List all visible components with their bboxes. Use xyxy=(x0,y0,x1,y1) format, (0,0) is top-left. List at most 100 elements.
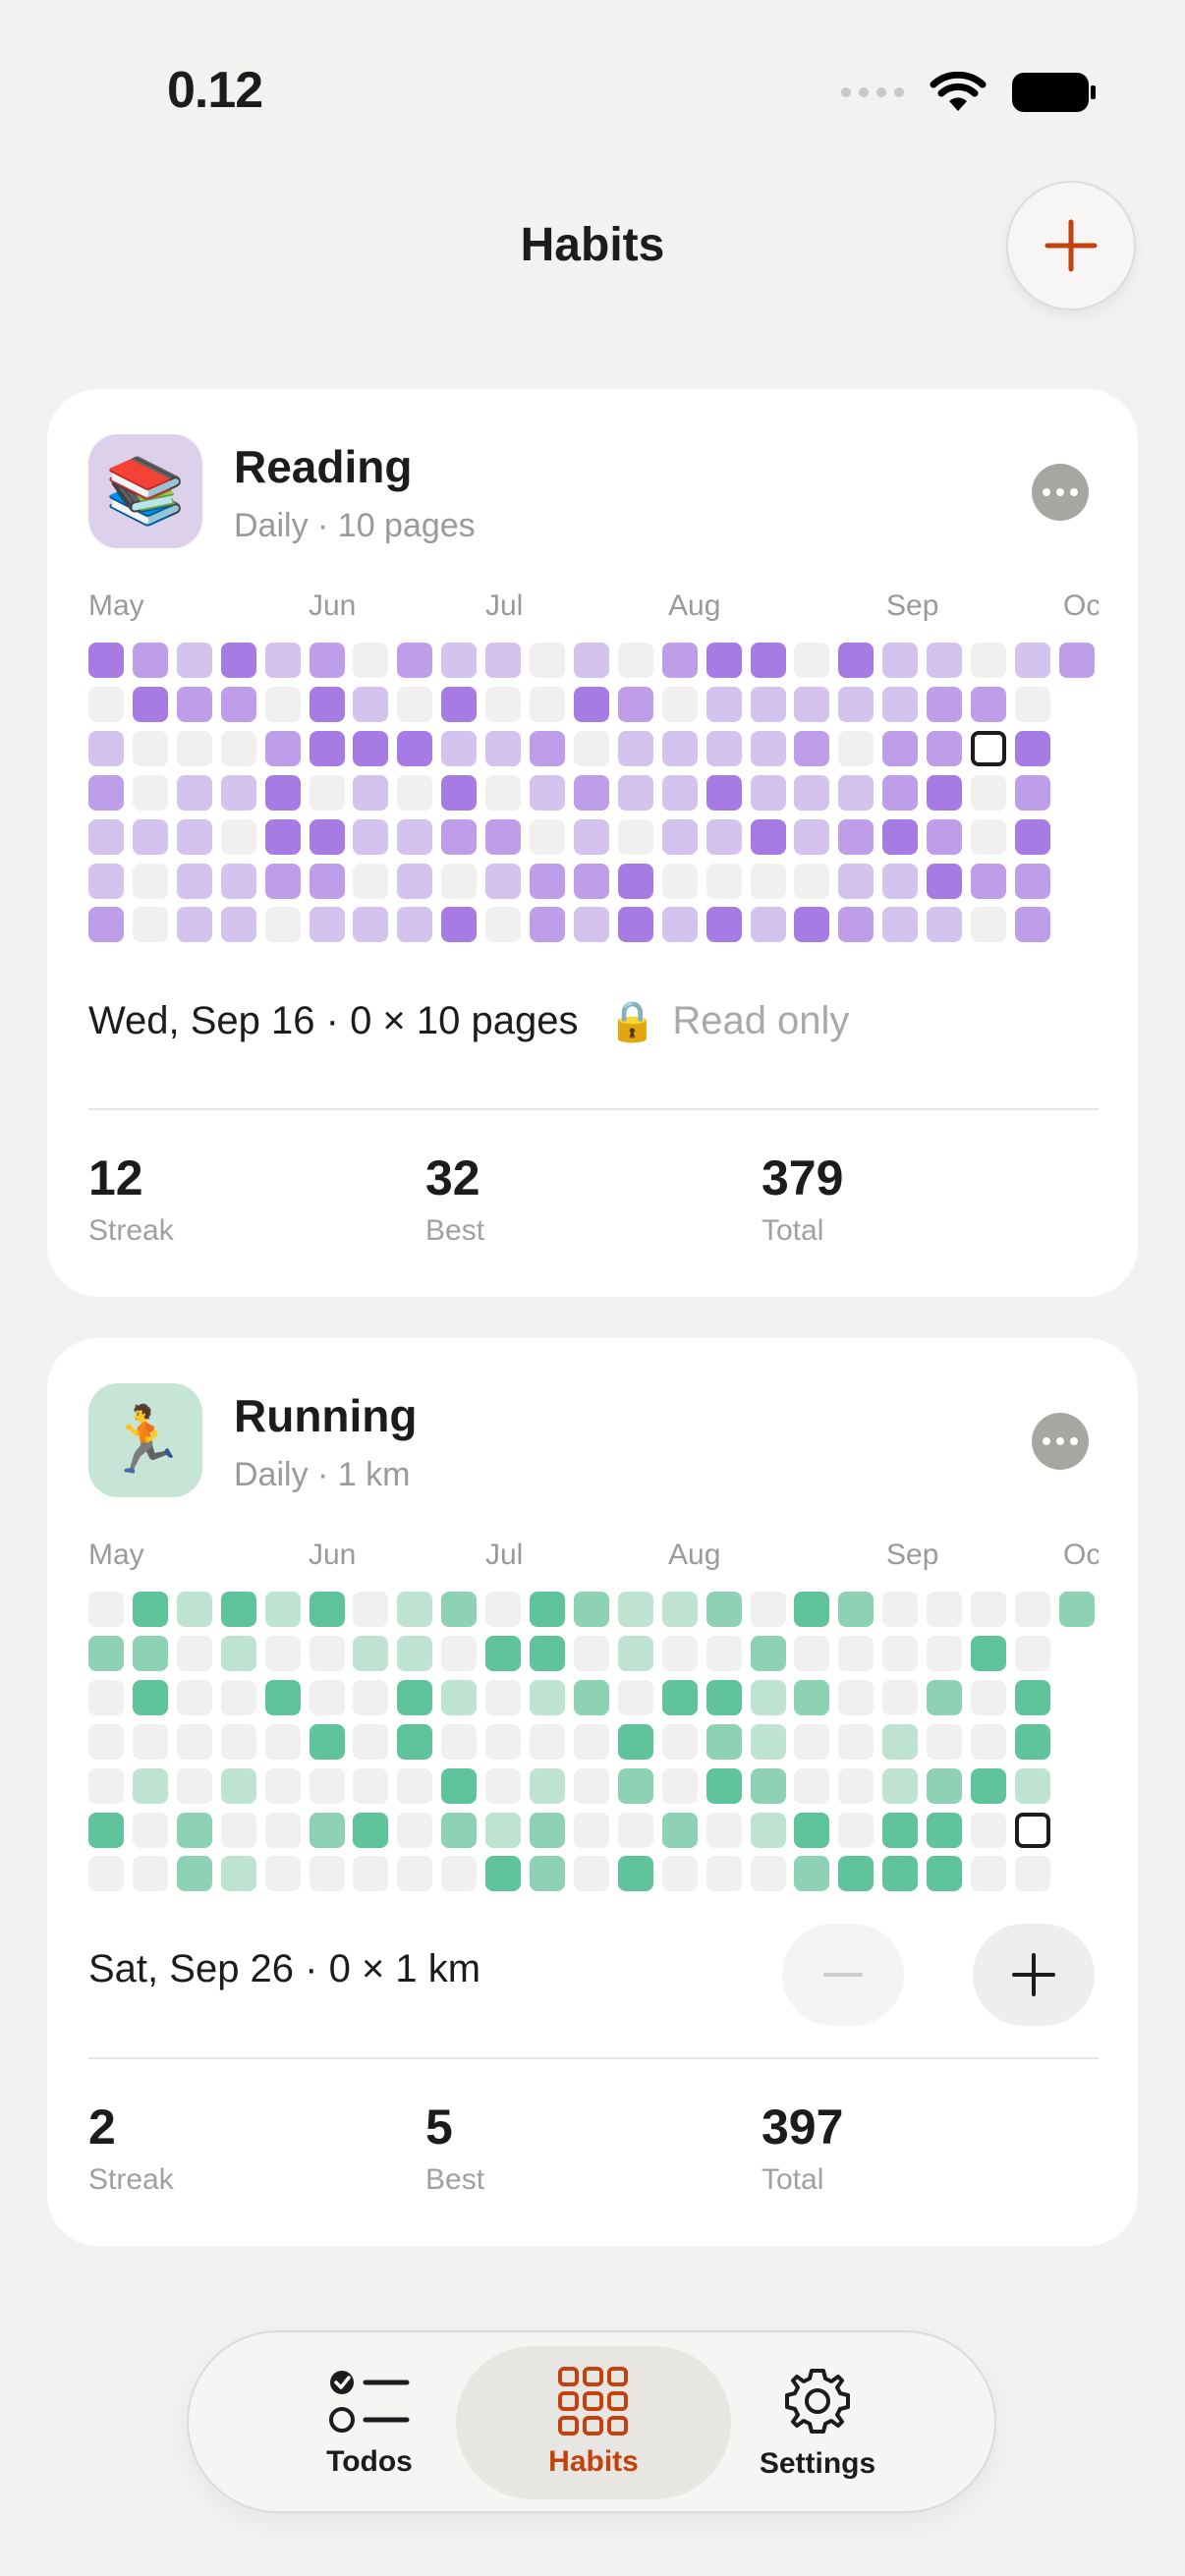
heatmap-cell[interactable] xyxy=(177,1856,212,1891)
heatmap-cell[interactable] xyxy=(265,731,301,766)
heatmap-cell[interactable] xyxy=(485,864,521,899)
heatmap-cell[interactable] xyxy=(397,1856,432,1891)
heatmap-cell[interactable] xyxy=(353,1813,388,1848)
heatmap-cell[interactable] xyxy=(310,907,345,942)
heatmap-cell[interactable] xyxy=(838,1856,874,1891)
heatmap-cell[interactable] xyxy=(618,1592,653,1627)
heatmap-cell[interactable] xyxy=(88,1813,124,1848)
heatmap-cell[interactable] xyxy=(751,643,786,678)
heatmap-cell[interactable] xyxy=(794,731,829,766)
heatmap-cell[interactable] xyxy=(574,1724,609,1760)
heatmap-cell[interactable] xyxy=(88,819,124,855)
heatmap-cell[interactable] xyxy=(485,687,521,722)
heatmap-cell[interactable] xyxy=(397,819,432,855)
heatmap-cell[interactable] xyxy=(662,1724,698,1760)
heatmap-cell[interactable] xyxy=(1015,1856,1050,1891)
heatmap-cell[interactable] xyxy=(927,1724,962,1760)
heatmap-cell[interactable] xyxy=(838,1592,874,1627)
heatmap-cell[interactable] xyxy=(177,1592,212,1627)
heatmap-cell[interactable] xyxy=(574,687,609,722)
heatmap-cell[interactable] xyxy=(221,1592,256,1627)
heatmap-cell[interactable] xyxy=(662,731,698,766)
heatmap-cell[interactable] xyxy=(574,1592,609,1627)
heatmap-cell[interactable] xyxy=(971,819,1006,855)
heatmap-cell[interactable] xyxy=(88,687,124,722)
heatmap-cell[interactable] xyxy=(618,819,653,855)
heatmap-cell[interactable] xyxy=(530,1724,565,1760)
heatmap-cell[interactable] xyxy=(574,864,609,899)
heatmap-grid[interactable] xyxy=(88,1592,1099,1906)
heatmap-cell[interactable] xyxy=(265,687,301,722)
heatmap-cell[interactable] xyxy=(706,1724,742,1760)
more-options-button[interactable] xyxy=(1032,464,1089,521)
heatmap-cell[interactable] xyxy=(971,1813,1006,1848)
heatmap-cell[interactable] xyxy=(530,864,565,899)
heatmap-cell[interactable] xyxy=(927,687,962,722)
heatmap-cell[interactable] xyxy=(530,687,565,722)
heatmap-cell[interactable] xyxy=(133,1680,168,1715)
heatmap-cell[interactable] xyxy=(927,1592,962,1627)
heatmap-cell[interactable] xyxy=(574,819,609,855)
heatmap-cell[interactable] xyxy=(971,907,1006,942)
heatmap-cell[interactable] xyxy=(530,1768,565,1804)
heatmap-cell[interactable] xyxy=(706,1813,742,1848)
heatmap-cell[interactable] xyxy=(1015,775,1050,811)
heatmap-cell[interactable] xyxy=(1059,1592,1095,1627)
heatmap-cell[interactable] xyxy=(485,819,521,855)
heatmap-cell[interactable] xyxy=(751,1592,786,1627)
heatmap-cell[interactable] xyxy=(618,1813,653,1848)
heatmap-cell[interactable] xyxy=(618,1768,653,1804)
decrement-button[interactable] xyxy=(782,1924,904,2026)
heatmap-cell[interactable] xyxy=(221,643,256,678)
heatmap-cell[interactable] xyxy=(794,775,829,811)
heatmap-cell[interactable] xyxy=(706,907,742,942)
heatmap-cell[interactable] xyxy=(574,1813,609,1848)
heatmap-cell[interactable] xyxy=(221,775,256,811)
heatmap-cell[interactable] xyxy=(794,1813,829,1848)
heatmap-cell[interactable] xyxy=(310,731,345,766)
heatmap-cell[interactable] xyxy=(441,1856,477,1891)
heatmap-cell[interactable] xyxy=(662,1856,698,1891)
heatmap-cell[interactable] xyxy=(221,819,256,855)
heatmap-cell[interactable] xyxy=(751,819,786,855)
heatmap-cell[interactable] xyxy=(927,775,962,811)
heatmap-cell[interactable] xyxy=(794,1768,829,1804)
heatmap-cell[interactable] xyxy=(662,907,698,942)
heatmap-cell[interactable] xyxy=(927,1680,962,1715)
heatmap-cell[interactable] xyxy=(353,1636,388,1671)
heatmap-cell[interactable] xyxy=(838,643,874,678)
heatmap-cell[interactable] xyxy=(794,643,829,678)
heatmap-cell[interactable] xyxy=(794,687,829,722)
heatmap-cell[interactable] xyxy=(882,1768,918,1804)
heatmap-cell[interactable] xyxy=(706,819,742,855)
heatmap-cell[interactable] xyxy=(485,1592,521,1627)
heatmap-cell[interactable] xyxy=(133,907,168,942)
add-habit-button[interactable] xyxy=(1006,181,1136,310)
heatmap-cell[interactable] xyxy=(353,731,388,766)
heatmap-cell[interactable] xyxy=(88,775,124,811)
heatmap-cell[interactable] xyxy=(838,687,874,722)
heatmap-cell[interactable] xyxy=(441,687,477,722)
heatmap-cell[interactable] xyxy=(265,775,301,811)
heatmap-cell[interactable] xyxy=(971,1768,1006,1804)
heatmap-cell[interactable] xyxy=(574,1636,609,1671)
heatmap-cell[interactable] xyxy=(88,864,124,899)
heatmap-cell[interactable] xyxy=(706,864,742,899)
heatmap-cell[interactable] xyxy=(310,1813,345,1848)
heatmap-cell[interactable] xyxy=(706,1768,742,1804)
heatmap-cell[interactable] xyxy=(265,1813,301,1848)
heatmap-cell[interactable] xyxy=(310,819,345,855)
heatmap-cell[interactable] xyxy=(397,907,432,942)
heatmap-cell[interactable] xyxy=(530,775,565,811)
heatmap-cell[interactable] xyxy=(88,907,124,942)
heatmap-cell[interactable] xyxy=(397,643,432,678)
heatmap-cell[interactable] xyxy=(1015,907,1050,942)
heatmap-cell[interactable] xyxy=(882,1856,918,1891)
heatmap-cell[interactable] xyxy=(485,1680,521,1715)
tab-settings[interactable]: Settings xyxy=(680,2346,955,2499)
heatmap-cell[interactable] xyxy=(838,1680,874,1715)
heatmap-cell[interactable] xyxy=(353,1592,388,1627)
heatmap-cell[interactable] xyxy=(971,1856,1006,1891)
heatmap-cell[interactable] xyxy=(88,1768,124,1804)
heatmap-cell[interactable] xyxy=(310,775,345,811)
